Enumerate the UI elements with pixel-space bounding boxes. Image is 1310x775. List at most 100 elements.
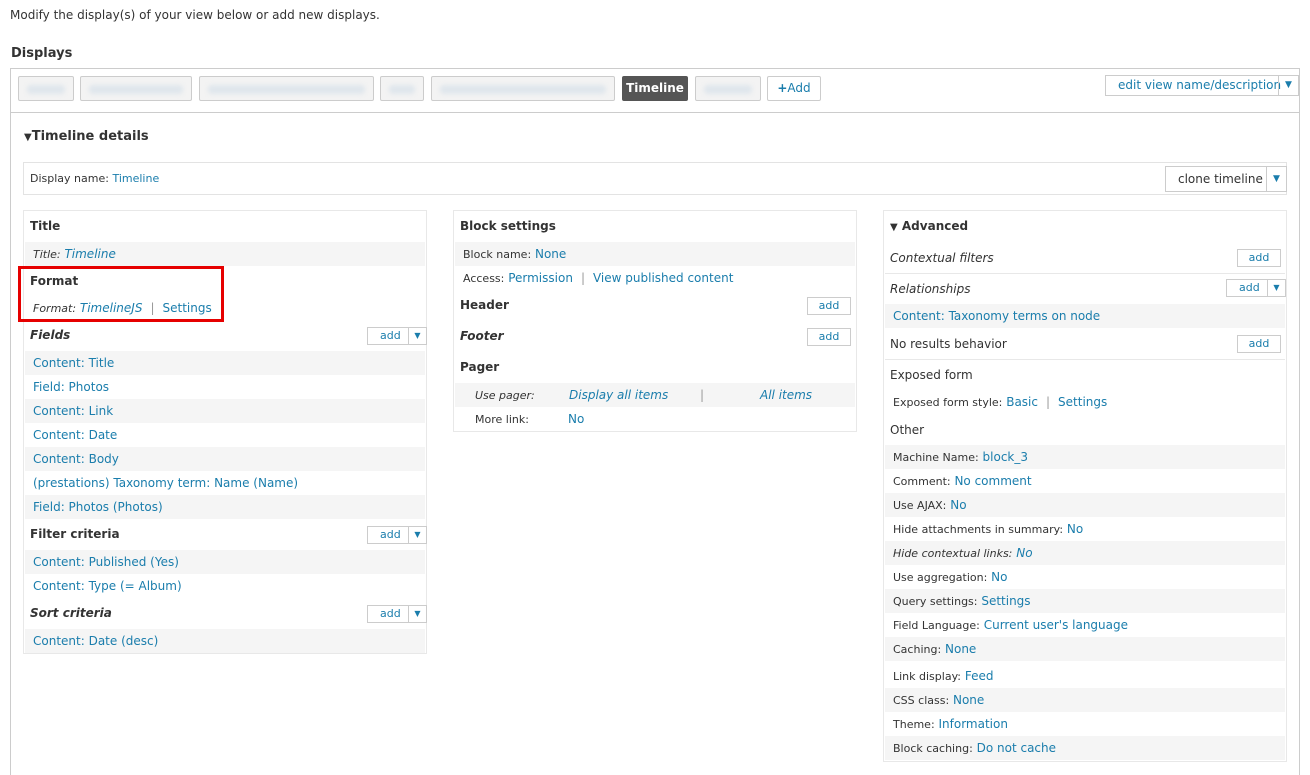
other-label: Machine Name: [893,451,979,464]
format-highlight-box [18,266,224,322]
other-link[interactable]: None [945,642,976,656]
other-row: Theme: Information [885,712,1285,736]
other-row: Field Language: Current user's language [885,613,1285,637]
other-link[interactable]: Current user's language [984,618,1128,632]
filter-row: Content: Type (= Album) [25,574,425,598]
chevron-down-icon[interactable]: ▼ [408,527,426,543]
clone-display-button[interactable]: clone timeline ▼ [1165,166,1287,192]
other-link[interactable]: Do not cache [977,741,1056,755]
details-heading[interactable]: ▼Timeline details [24,129,149,144]
other-label: Block caching: [893,742,973,755]
block-name-row: Block name: None [455,242,855,266]
exposed-settings-link[interactable]: Settings [1058,395,1107,409]
relationships-add-button[interactable]: add ▼ [1226,279,1286,297]
right-column: ▼ Advanced Contextual filters add Relati… [883,210,1287,762]
field-link[interactable]: Content: Title [33,356,114,370]
field-link[interactable]: Content: Link [33,404,113,418]
other-row: Link display: Feed [885,664,1285,688]
sort-section-heading: Sort criteria [30,606,112,620]
tab-display-7[interactable] [695,76,761,101]
other-row: Use aggregation: No [885,565,1285,589]
access-permission-link[interactable]: View published content [593,271,733,285]
other-label: Field Language: [893,619,980,632]
sort-row: Content: Date (desc) [25,629,425,653]
field-link[interactable]: (prestations) Taxonomy term: Name (Name) [33,476,298,490]
filter-link[interactable]: Content: Published (Yes) [33,555,179,569]
field-link[interactable]: Field: Photos [33,380,109,394]
edit-view-name-button[interactable]: edit view name/description ▼ [1105,75,1299,96]
chevron-down-icon[interactable]: ▼ [1266,167,1286,191]
tab-display-3[interactable] [199,76,374,101]
field-row: Field: Photos [25,375,425,399]
exposed-style-label: Exposed form style: [893,396,1003,409]
field-row: Content: Body [25,447,425,471]
filter-link[interactable]: Content: Type (= Album) [33,579,182,593]
other-row: Hide attachments in summary: No [885,517,1285,541]
plus-icon: + [777,81,788,95]
other-row: Use AJAX: No [885,493,1285,517]
tab-display-2[interactable] [80,76,192,101]
use-pager-label: Use pager: [475,389,535,402]
title-link[interactable]: Timeline [64,247,115,261]
other-link[interactable]: No [1067,522,1083,536]
more-link-row: More link: No [455,407,855,431]
other-link[interactable]: No comment [954,474,1031,488]
middle-column: Block settings Block name: None Access: … [453,210,857,432]
pager-items-link[interactable]: All items [760,383,812,407]
displays-heading: Displays [11,46,73,61]
triangle-down-icon: ▼ [24,132,32,143]
other-row: Block caching: Do not cache [885,736,1285,760]
other-label: Use AJAX: [893,499,947,512]
exposed-style-row: Exposed form style: Basic | Settings [893,395,1108,409]
chevron-down-icon[interactable]: ▼ [408,606,426,622]
advanced-label: Advanced [901,219,969,233]
tab-timeline[interactable]: Timeline [622,76,688,101]
display-name-link[interactable]: Timeline [112,172,159,185]
use-pager-link[interactable]: Display all items [569,383,668,407]
triangle-down-icon: ▼ [890,222,898,233]
field-link[interactable]: Content: Date [33,428,117,442]
tab-display-4[interactable] [380,76,424,101]
no-results-add-button[interactable]: add [1237,335,1281,353]
sort-add-button[interactable]: add ▼ [367,605,427,623]
other-link[interactable]: Information [938,717,1007,731]
other-row: Comment: No comment [885,469,1285,493]
contextual-add-button[interactable]: add [1237,249,1281,267]
footer-section-heading: Footer [460,329,504,343]
edit-view-label: edit view name/description [1118,78,1282,92]
filter-section-heading: Filter criteria [30,527,120,541]
more-link-link[interactable]: No [568,407,584,431]
title-section-heading: Title [30,219,61,233]
other-link[interactable]: Feed [965,669,994,683]
header-add-button[interactable]: add [807,297,851,315]
display-name-label: Display name: [30,172,109,185]
relationship-link[interactable]: Content: Taxonomy terms on node [893,309,1100,323]
chevron-down-icon[interactable]: ▼ [408,328,426,344]
block-name-link[interactable]: None [535,247,566,261]
field-row: (prestations) Taxonomy term: Name (Name) [25,471,425,495]
access-link[interactable]: Permission [508,271,573,285]
other-link[interactable]: No [950,498,966,512]
field-link[interactable]: Field: Photos (Photos) [33,500,163,514]
field-link[interactable]: Content: Body [33,452,119,466]
filter-add-button[interactable]: add ▼ [367,526,427,544]
other-row: CSS class: None [885,688,1285,712]
footer-add-button[interactable]: add [807,328,851,346]
tab-display-5[interactable] [431,76,615,101]
other-link[interactable]: No [1016,546,1032,560]
sort-link[interactable]: Content: Date (desc) [33,634,158,648]
other-link[interactable]: No [991,570,1007,584]
other-link[interactable]: block_3 [983,450,1028,464]
tab-display-1[interactable] [18,76,74,101]
chevron-down-icon[interactable]: ▼ [1267,280,1285,296]
add-display-button[interactable]: +Add [767,76,821,101]
add-display-label: Add [787,81,811,95]
other-label: Comment: [893,475,951,488]
other-link[interactable]: None [953,693,984,707]
contextual-filters-label: Contextual filters [890,251,994,265]
chevron-down-icon[interactable]: ▼ [1278,76,1298,95]
other-link[interactable]: Settings [981,594,1030,608]
exposed-style-link[interactable]: Basic [1006,395,1038,409]
advanced-toggle[interactable]: ▼ Advanced [890,219,968,233]
fields-add-button[interactable]: add ▼ [367,327,427,345]
